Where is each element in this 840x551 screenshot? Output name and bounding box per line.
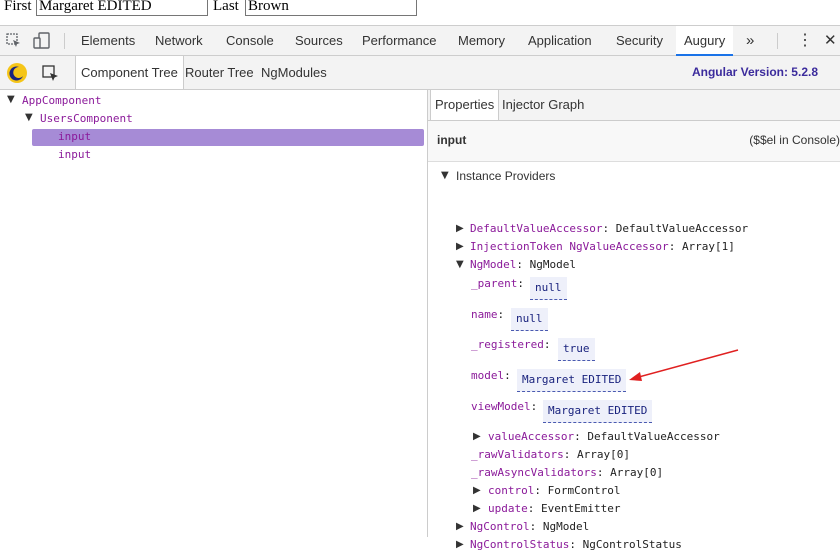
selected-element-name: input <box>437 133 467 147</box>
section-title: Instance Providers <box>456 169 556 183</box>
prop-row[interactable]: valueAccessor: DefaultValueAccessor <box>488 430 720 443</box>
prop-key: viewModel: <box>471 400 538 413</box>
expand-triangle-icon[interactable]: ▶ <box>456 241 464 252</box>
tab-injector-graph[interactable]: Injector Graph <box>502 90 584 120</box>
augury-toolbar: Component Tree Router Tree NgModules Ang… <box>0 56 840 90</box>
annotation-arrow <box>629 349 739 381</box>
subtab-ngmodules[interactable]: NgModules <box>261 56 327 89</box>
properties-pane: Properties Injector Graph input ($$el in… <box>428 90 840 551</box>
selected-element-header: input ($$el in Console) <box>428 121 840 162</box>
last-label: Last <box>213 0 239 14</box>
tree-node-appcomponent[interactable]: AppComponent <box>22 94 101 107</box>
prop-key: _parent: <box>471 277 524 290</box>
tab-augury[interactable]: Augury <box>676 26 734 56</box>
devtools-tabbar: Elements Network Console Sources Perform… <box>0 25 840 56</box>
prop-row: _rawValidators: Array[0] <box>471 448 630 461</box>
provider-row[interactable]: DefaultValueAccessor: DefaultValueAccess… <box>470 222 748 235</box>
tree-node-input-selected[interactable]: input <box>58 130 91 143</box>
provider-row[interactable]: NgControlStatus: NgControlStatus <box>470 538 682 551</box>
devtools-panel: Elements Network Console Sources Perform… <box>0 25 840 551</box>
subtab-component-tree[interactable]: Component Tree <box>75 56 184 89</box>
menu-icon[interactable]: ⋮ <box>797 26 813 56</box>
instance-providers-section[interactable]: ▼ Instance Providers <box>428 162 840 190</box>
prop-value-editor[interactable]: Margaret EDITED <box>543 400 653 423</box>
inspect-element-icon[interactable] <box>6 33 22 54</box>
expand-triangle-icon[interactable]: ▶ <box>456 539 464 550</box>
expand-triangle-icon[interactable]: ▶ <box>473 431 481 442</box>
provider-row[interactable]: NgControl: NgModel <box>470 520 589 533</box>
tab-memory[interactable]: Memory <box>458 26 505 56</box>
prop-value-editor[interactable]: null <box>511 308 548 331</box>
tabbar-divider-2 <box>777 33 778 49</box>
page-form: First Margaret EDITED Last Brown <box>0 0 840 25</box>
tree-node-userscomponent[interactable]: UsersComponent <box>40 112 133 125</box>
prop-row[interactable]: update: EventEmitter <box>488 502 620 515</box>
provider-row-ngmodel[interactable]: NgModel: NgModel <box>470 258 576 271</box>
device-toolbar-icon[interactable] <box>33 32 51 55</box>
theme-moon-icon[interactable] <box>6 62 28 89</box>
prop-value-editor[interactable]: null <box>530 277 567 300</box>
prop-row: _rawAsyncValidators: Array[0] <box>471 466 664 479</box>
expand-triangle-icon[interactable]: ▶ <box>473 503 481 514</box>
first-label: First <box>4 0 32 14</box>
tab-application[interactable]: Application <box>528 26 592 56</box>
expand-triangle-icon[interactable]: ▶ <box>456 521 464 532</box>
collapse-triangle-icon[interactable]: ▼ <box>456 259 464 270</box>
console-hint: ($$el in Console) <box>749 133 840 147</box>
more-tabs-button[interactable]: » <box>746 26 754 56</box>
expand-triangle-icon[interactable]: ▶ <box>456 223 464 234</box>
model-value-editor[interactable]: Margaret EDITED <box>517 369 627 392</box>
tab-sources[interactable]: Sources <box>295 26 343 56</box>
tab-security[interactable]: Security <box>616 26 663 56</box>
properties-tabbar: Properties Injector Graph <box>428 90 840 121</box>
tabbar-divider <box>64 33 65 49</box>
expand-triangle-icon[interactable]: ▼ <box>7 94 15 105</box>
prop-key: _registered: <box>471 338 551 351</box>
tab-properties[interactable]: Properties <box>430 90 500 120</box>
expand-triangle-icon[interactable]: ▶ <box>473 485 481 496</box>
prop-row[interactable]: control: FormControl <box>488 484 620 497</box>
prop-key: name: <box>471 308 505 321</box>
tab-performance[interactable]: Performance <box>362 26 436 56</box>
collapse-triangle-icon[interactable]: ▼ <box>441 170 449 181</box>
tab-network[interactable]: Network <box>155 26 203 56</box>
last-name-input[interactable]: Brown <box>245 0 417 16</box>
expand-triangle-icon[interactable]: ▼ <box>25 112 33 123</box>
select-component-icon[interactable] <box>42 65 60 88</box>
prop-value-editor[interactable]: true <box>558 338 595 361</box>
close-icon[interactable]: ✕ <box>824 26 837 56</box>
provider-row[interactable]: InjectionToken NgValueAccessor: Array[1] <box>470 240 735 253</box>
tree-node-input[interactable]: input <box>58 148 91 161</box>
tab-elements[interactable]: Elements <box>81 26 135 56</box>
angular-version: Angular Version: 5.2.8 <box>691 65 818 79</box>
tab-console[interactable]: Console <box>226 26 274 56</box>
component-tree-pane: ▼ AppComponent ▼ UsersComponent input in… <box>0 90 428 537</box>
first-name-input[interactable]: Margaret EDITED <box>36 0 208 16</box>
subtab-router-tree[interactable]: Router Tree <box>185 56 254 89</box>
prop-key: model: <box>471 369 511 382</box>
